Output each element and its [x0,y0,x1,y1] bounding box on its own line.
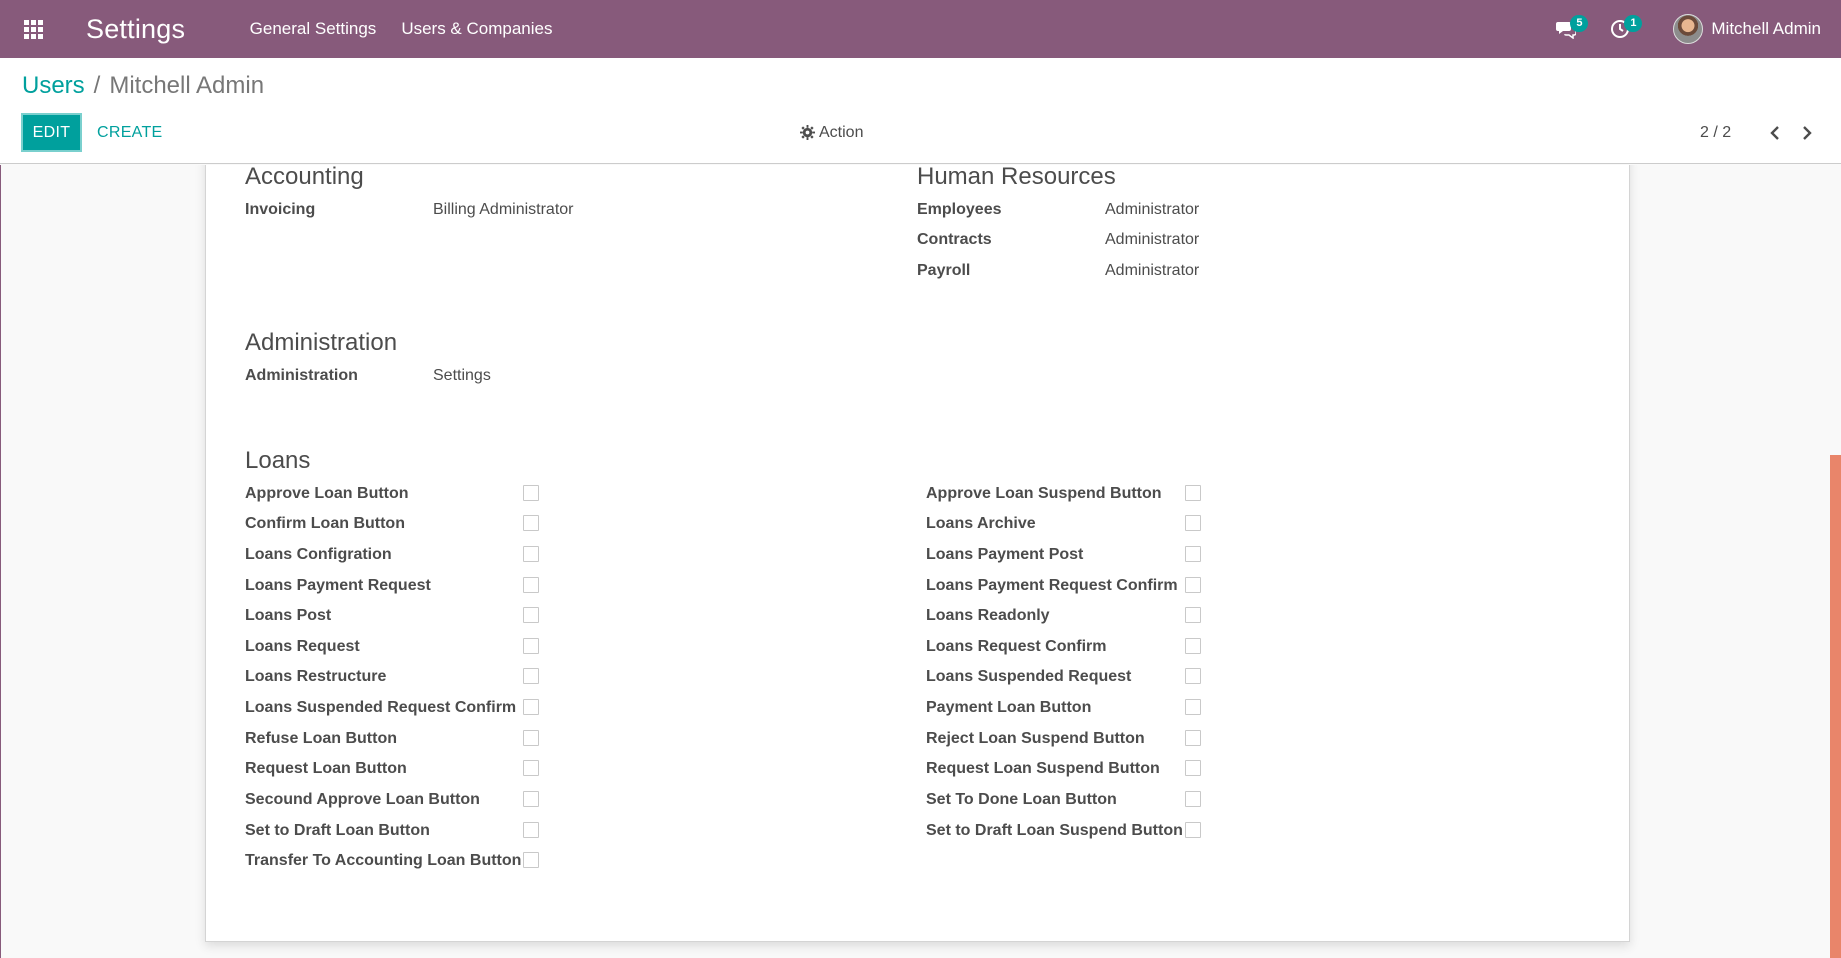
breadcrumb: Users / Mitchell Admin [22,72,264,100]
edit-button[interactable]: EDIT [21,113,82,152]
loan-right-label-4: Loans Readonly [926,607,1050,624]
loan-right-label-5: Loans Request Confirm [926,638,1107,655]
loan-left-checkbox-4[interactable] [523,607,539,623]
loan-left-checkbox-1[interactable] [523,515,539,531]
breadcrumb-separator: / [93,72,101,99]
systray: 5 1 Mitchell Admin [1551,0,1841,58]
payroll-value[interactable]: Administrator [1105,262,1199,280]
administration-value[interactable]: Settings [433,367,491,385]
loan-right-label-10: Set To Done Loan Button [926,791,1117,808]
invoicing-value[interactable]: Billing Administrator [433,201,574,219]
loan-right-label-7: Payment Loan Button [926,699,1092,716]
loan-left-checkbox-9[interactable] [523,760,539,776]
top-menu: General Settings Users & Companies [237,19,565,39]
pager-previous-button[interactable] [1759,113,1791,152]
loan-left-label-3: Loans Payment Request [245,577,431,594]
loan-right-checkbox-6[interactable] [1185,668,1201,684]
loan-left-label-1: Confirm Loan Button [245,515,405,532]
human-resources-title: Human Resources [917,165,1116,190]
loan-right-label-11: Set to Draft Loan Suspend Button [926,822,1183,839]
user-menu[interactable]: Mitchell Admin [1673,14,1821,44]
loan-left-checkbox-2[interactable] [523,546,539,562]
loan-left-label-0: Approve Loan Button [245,485,409,502]
messages-badge: 5 [1570,15,1589,32]
accounting-title: Accounting [245,165,364,190]
loan-right-checkbox-11[interactable] [1185,822,1201,838]
loan-left-label-8: Refuse Loan Button [245,730,397,747]
loan-right-checkbox-5[interactable] [1185,638,1201,654]
loan-left-label-9: Request Loan Button [245,760,407,777]
loan-right-label-1: Loans Archive [926,515,1036,532]
loan-right-label-3: Loans Payment Request Confirm [926,577,1178,594]
loan-right-label-8: Reject Loan Suspend Button [926,730,1145,747]
loan-left-label-7: Loans Suspended Request Confirm [245,699,517,716]
breadcrumb-users-link[interactable]: Users [22,72,85,100]
pager-value[interactable]: 2 / 2 [1700,124,1731,142]
messages-button[interactable]: 5 [1551,0,1589,58]
administration-title: Administration [245,329,398,356]
loan-left-label-4: Loans Post [245,607,332,624]
form-view: Accounting Invoicing Billing Administrat… [0,165,1841,958]
user-avatar [1673,14,1704,44]
loan-left-label-11: Set to Draft Loan Button [245,822,430,839]
loan-right-checkbox-2[interactable] [1185,546,1201,562]
loan-left-checkbox-3[interactable] [523,577,539,593]
action-dropdown[interactable]: Action [800,113,863,152]
loan-right-checkbox-9[interactable] [1185,760,1201,776]
activities-badge: 1 [1624,15,1643,32]
pager-next-button[interactable] [1791,113,1823,152]
loan-left-checkbox-7[interactable] [523,699,539,715]
loan-left-checkbox-11[interactable] [523,822,539,838]
loan-right-label-2: Loans Payment Post [926,546,1084,563]
control-panel: Users / Mitchell Admin EDIT CREATE Actio… [0,58,1841,164]
invoicing-label: Invoicing [245,201,316,218]
employees-value[interactable]: Administrator [1105,201,1199,219]
menu-general-settings[interactable]: General Settings [237,19,389,39]
loan-right-checkbox-4[interactable] [1185,607,1201,623]
apps-menu-icon[interactable] [0,0,66,58]
loan-right-checkbox-10[interactable] [1185,791,1201,807]
loan-left-checkbox-12[interactable] [523,852,539,868]
breadcrumb-current: Mitchell Admin [109,72,265,99]
loan-left-checkbox-10[interactable] [523,791,539,807]
loan-left-checkbox-5[interactable] [523,638,539,654]
loan-right-checkbox-8[interactable] [1185,730,1201,746]
administration-label: Administration [245,367,358,384]
loan-right-checkbox-0[interactable] [1185,485,1201,501]
contracts-value[interactable]: Administrator [1105,231,1199,249]
loan-left-label-12: Transfer To Accounting Loan Button [245,852,522,869]
user-name: Mitchell Admin [1711,19,1821,38]
loan-left-label-10: Secound Approve Loan Button [245,791,480,808]
form-sheet: Accounting Invoicing Billing Administrat… [205,165,1630,942]
employees-label: Employees [917,201,1002,218]
loan-left-label-6: Loans Restructure [245,668,387,685]
gear-icon [800,125,815,140]
vertical-scrollbar[interactable] [1829,165,1841,958]
action-label: Action [819,123,864,141]
scrollbar-thumb[interactable] [1830,455,1841,958]
contracts-label: Contracts [917,231,992,248]
chevron-left-icon [1770,125,1779,140]
loan-right-label-9: Request Loan Suspend Button [926,760,1160,777]
menu-users-companies[interactable]: Users & Companies [389,19,565,39]
app-title[interactable]: Settings [86,14,185,45]
loans-title: Loans [245,447,311,474]
loan-left-label-5: Loans Request [245,638,360,655]
loan-right-label-6: Loans Suspended Request [926,668,1132,685]
loan-right-checkbox-7[interactable] [1185,699,1201,715]
activities-button[interactable]: 1 [1605,0,1643,58]
payroll-label: Payroll [917,262,971,279]
loan-right-checkbox-3[interactable] [1185,577,1201,593]
loan-left-checkbox-8[interactable] [523,730,539,746]
loan-left-checkbox-6[interactable] [523,668,539,684]
chevron-right-icon [1803,125,1812,140]
loan-right-checkbox-1[interactable] [1185,515,1201,531]
left-edge [0,165,1,958]
pager: 2 / 2 [1700,113,1823,152]
loan-right-label-0: Approve Loan Suspend Button [926,485,1162,502]
loan-left-label-2: Loans Configration [245,546,392,563]
create-button[interactable]: CREATE [97,113,163,152]
top-navbar: Settings General Settings Users & Compan… [0,0,1841,58]
loan-left-checkbox-0[interactable] [523,485,539,501]
